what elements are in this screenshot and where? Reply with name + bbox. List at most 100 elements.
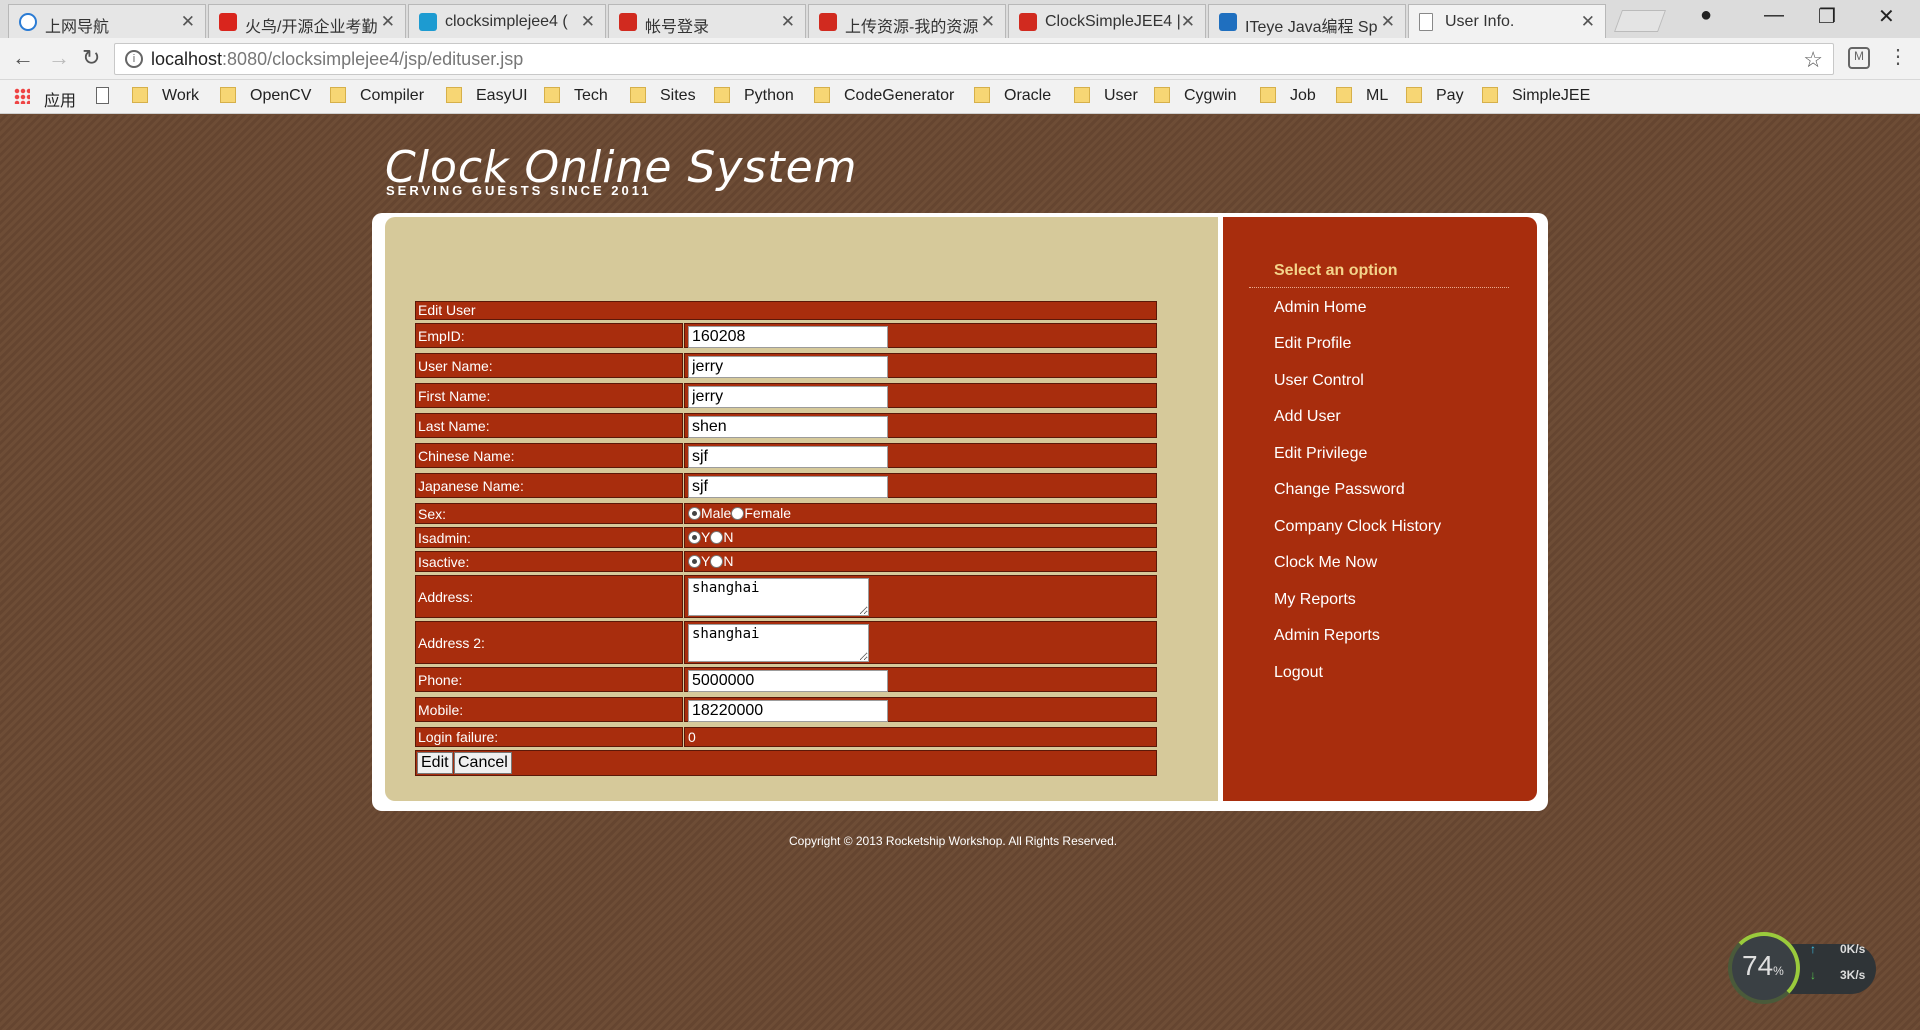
sex-label: Sex: bbox=[415, 503, 683, 524]
c-icon bbox=[1019, 13, 1037, 31]
new-tab-button[interactable] bbox=[1613, 10, 1667, 32]
menu-item-edit-privilege[interactable]: Edit Privilege bbox=[1274, 445, 1367, 463]
folder-icon bbox=[330, 87, 346, 103]
isadmin-yes-label: Y bbox=[701, 529, 711, 545]
edit-button[interactable]: Edit bbox=[417, 752, 453, 774]
isactive-cell: Y N bbox=[684, 551, 1157, 572]
bookmark-label: OpenCV bbox=[250, 87, 312, 104]
japanese-name-input[interactable] bbox=[688, 476, 888, 498]
form-row-sex: Sex: Male Female bbox=[415, 503, 1157, 524]
folder-icon bbox=[1074, 87, 1090, 103]
bookmark-folder[interactable]: EasyUI bbox=[446, 87, 528, 105]
extension-icon[interactable]: M bbox=[1848, 47, 1870, 69]
username-input[interactable] bbox=[688, 356, 888, 378]
folder-icon bbox=[814, 87, 830, 103]
mobile-input[interactable] bbox=[688, 700, 888, 722]
g-icon bbox=[219, 13, 237, 31]
bookmark-folder[interactable]: Pay bbox=[1406, 87, 1464, 105]
close-tab-icon[interactable]: ✕ bbox=[581, 12, 595, 32]
back-icon[interactable]: ← bbox=[12, 45, 34, 71]
reload-icon[interactable]: ↻ bbox=[82, 45, 100, 71]
minimize-icon[interactable]: — bbox=[1764, 4, 1784, 27]
phone-input[interactable] bbox=[688, 670, 888, 692]
form-row-lastname: Last Name: bbox=[415, 413, 1157, 438]
sex-male-radio[interactable] bbox=[688, 506, 701, 520]
menu-item-user-control[interactable]: User Control bbox=[1274, 372, 1364, 390]
bookmark-folder[interactable]: Sites bbox=[630, 87, 696, 105]
isactive-yes-radio[interactable] bbox=[688, 554, 701, 568]
bookmark-apps[interactable]: 应用 bbox=[14, 87, 76, 111]
url-text: localhost:8080/clocksimplejee4/jsp/editu… bbox=[151, 49, 523, 70]
close-tab-icon[interactable]: ✕ bbox=[981, 12, 995, 32]
bookmark-label: ML bbox=[1366, 87, 1389, 104]
isadmin-yes-radio[interactable] bbox=[688, 530, 701, 544]
form-row-isadmin: Isadmin: Y N bbox=[415, 527, 1157, 548]
firstname-input[interactable] bbox=[688, 386, 888, 408]
bookmark-folder[interactable]: Compiler bbox=[330, 87, 424, 105]
browser-tab[interactable]: ClockSimpleJEE4 | ✕ bbox=[1008, 4, 1206, 38]
bookmark-folder[interactable]: User bbox=[1074, 87, 1138, 105]
menu-item-logout[interactable]: Logout bbox=[1274, 664, 1323, 682]
close-tab-icon[interactable]: ✕ bbox=[781, 12, 795, 32]
menu-item-admin-reports[interactable]: Admin Reports bbox=[1274, 627, 1380, 645]
menu-item-change-password[interactable]: Change Password bbox=[1274, 481, 1405, 499]
close-tab-icon[interactable]: ✕ bbox=[181, 12, 195, 32]
form-row-phone: Phone: bbox=[415, 667, 1157, 692]
menu-item-edit-profile[interactable]: Edit Profile bbox=[1274, 335, 1351, 353]
lastname-input[interactable] bbox=[688, 416, 888, 438]
browser-tab-active[interactable]: User Info. ✕ bbox=[1408, 4, 1606, 38]
bookmark-folder[interactable]: OpenCV bbox=[220, 87, 311, 105]
bookmark-folder[interactable]: ML bbox=[1336, 87, 1388, 105]
menu-item-add-user[interactable]: Add User bbox=[1274, 408, 1341, 426]
menu-icon[interactable]: ⋮ bbox=[1888, 44, 1908, 69]
bookmark-label: 应用 bbox=[44, 93, 77, 110]
browser-tab[interactable]: clocksimplejee4 ( ✕ bbox=[408, 4, 606, 38]
chinese-name-input[interactable] bbox=[688, 446, 888, 468]
close-window-icon[interactable]: ✕ bbox=[1878, 4, 1895, 29]
browser-tab[interactable]: 上网导航 ✕ bbox=[8, 4, 206, 38]
isactive-no-radio[interactable] bbox=[710, 554, 724, 568]
bookmark-folder[interactable]: Job bbox=[1260, 87, 1316, 105]
sidebar-menu: Select an option Admin Home Edit Profile… bbox=[1223, 217, 1537, 801]
close-tab-icon[interactable]: ✕ bbox=[381, 12, 395, 32]
folder-icon bbox=[544, 87, 560, 103]
info-icon[interactable]: i bbox=[125, 50, 143, 68]
address2-textarea[interactable]: shanghai bbox=[688, 624, 869, 662]
bookmark-folder[interactable]: Work bbox=[132, 87, 199, 105]
bookmark-folder[interactable]: Python bbox=[714, 87, 794, 105]
close-tab-icon[interactable]: ✕ bbox=[1581, 12, 1595, 32]
profile-icon[interactable]: ● bbox=[1700, 4, 1712, 27]
menu-item-my-reports[interactable]: My Reports bbox=[1274, 591, 1356, 609]
bookmark-label: Job bbox=[1290, 87, 1316, 104]
bookmark-label: SimpleJEE bbox=[1512, 87, 1591, 104]
close-tab-icon[interactable]: ✕ bbox=[1181, 12, 1195, 32]
menu-item-company-clock-history[interactable]: Company Clock History bbox=[1274, 518, 1441, 536]
cancel-button[interactable]: Cancel bbox=[454, 752, 512, 774]
empid-input[interactable] bbox=[688, 326, 888, 348]
menu-item-admin-home[interactable]: Admin Home bbox=[1274, 299, 1366, 317]
bookmark-folder[interactable]: CodeGenerator bbox=[814, 87, 954, 105]
bookmark-folder[interactable]: Tech bbox=[544, 87, 608, 105]
address-bar[interactable]: i localhost:8080/clocksimplejee4/jsp/edi… bbox=[114, 43, 1834, 75]
isadmin-no-radio[interactable] bbox=[710, 530, 724, 544]
upload-speed: 0K/s bbox=[1840, 942, 1866, 956]
folder-icon bbox=[1336, 87, 1352, 103]
address-textarea[interactable]: shanghai bbox=[688, 578, 869, 616]
network-speed-widget[interactable]: 74% ↑ 0K/s ↓ 3K/s bbox=[1728, 932, 1878, 1004]
bookmark-star-icon[interactable]: ☆ bbox=[1803, 47, 1823, 73]
iteye-icon bbox=[1219, 13, 1237, 31]
forward-icon[interactable]: → bbox=[48, 45, 70, 71]
bookmark-folder[interactable]: SimpleJEE bbox=[1482, 87, 1590, 105]
restore-icon[interactable]: ❐ bbox=[1818, 4, 1836, 29]
bookmark-folder[interactable]: Cygwin bbox=[1154, 87, 1236, 105]
browser-tab[interactable]: 上传资源-我的资源 ✕ bbox=[808, 4, 1006, 38]
browser-tab[interactable]: 火鸟/开源企业考勤 ✕ bbox=[208, 4, 406, 38]
c-icon bbox=[819, 13, 837, 31]
menu-item-clock-me-now[interactable]: Clock Me Now bbox=[1274, 554, 1377, 572]
bookmark-folder[interactable]: Oracle bbox=[974, 87, 1051, 105]
close-tab-icon[interactable]: ✕ bbox=[1381, 12, 1395, 32]
browser-tab[interactable]: ITeye Java编程 Sp ✕ bbox=[1208, 4, 1406, 38]
browser-tab[interactable]: 帐号登录 ✕ bbox=[608, 4, 806, 38]
mobile-label: Mobile: bbox=[415, 697, 683, 722]
sex-female-radio[interactable] bbox=[731, 506, 745, 520]
